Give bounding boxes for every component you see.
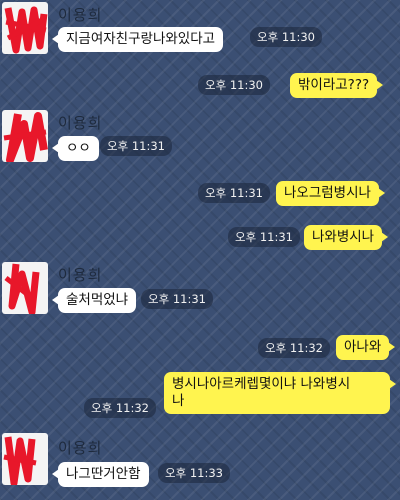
message-text: 나와병시나 bbox=[312, 229, 375, 245]
message-timestamp: 오후 11:30 bbox=[198, 75, 270, 95]
message-text-line: 나 bbox=[172, 393, 185, 409]
message-timestamp: 오후 11:33 bbox=[158, 463, 230, 483]
message-text: 술처먹었냐 bbox=[66, 292, 129, 308]
sender-name: 이용희 bbox=[58, 266, 103, 284]
red-scribble-censor bbox=[3, 436, 37, 485]
message-text: 아나와 bbox=[344, 339, 382, 355]
incoming-message-bubble[interactable]: 지금여자친구랑나와있다고 bbox=[51, 27, 224, 52]
message-timestamp: 오후 11:31 bbox=[228, 227, 300, 247]
outgoing-message-bubble[interactable]: 나와병시나 bbox=[304, 225, 389, 250]
sender-avatar[interactable] bbox=[2, 2, 48, 54]
sender-avatar[interactable] bbox=[2, 262, 48, 314]
chat-window[interactable]: 이용희 지금여자친구랑나와있다고 오후 11:30 오후 11:30 밖이라고?… bbox=[0, 0, 400, 500]
message-timestamp: 오후 11:31 bbox=[141, 289, 213, 309]
message-text: 지금여자친구랑나와있다고 bbox=[66, 31, 216, 47]
red-scribble-censor bbox=[4, 6, 48, 54]
red-scribble-censor bbox=[4, 263, 40, 314]
message-timestamp: 오후 11:32 bbox=[84, 398, 156, 418]
outgoing-message-bubble[interactable]: 밖이라고??? bbox=[290, 73, 384, 98]
outgoing-message-bubble[interactable]: 아나와 bbox=[336, 335, 396, 360]
sender-name: 이용희 bbox=[58, 439, 103, 457]
message-text: 나그딴거안함 bbox=[66, 466, 141, 482]
message-text: 나오그럼병시나 bbox=[284, 185, 371, 201]
sender-avatar[interactable] bbox=[2, 433, 48, 485]
outgoing-message-bubble[interactable]: 병시나아르케렙몇이냐 나와병시 나 bbox=[164, 372, 396, 414]
incoming-message-bubble[interactable]: 나그딴거안함 bbox=[52, 462, 149, 487]
message-timestamp: 오후 11:31 bbox=[100, 136, 172, 156]
incoming-message-bubble[interactable]: ㅇㅇ bbox=[52, 136, 99, 161]
outgoing-message-bubble[interactable]: 나오그럼병시나 bbox=[276, 181, 385, 206]
sender-name: 이용희 bbox=[58, 114, 103, 132]
message-text: 밖이라고??? bbox=[298, 77, 370, 93]
message-text-line: 병시나아르케렙몇이냐 나와병시 bbox=[172, 376, 351, 392]
incoming-message-bubble[interactable]: 술처먹었냐 bbox=[51, 288, 137, 313]
sender-avatar[interactable] bbox=[2, 110, 48, 162]
red-scribble-censor bbox=[3, 112, 48, 162]
message-timestamp: 오후 11:31 bbox=[198, 183, 270, 203]
message-text: ㅇㅇ bbox=[66, 140, 91, 156]
message-timestamp: 오후 11:32 bbox=[258, 338, 330, 358]
message-timestamp: 오후 11:30 bbox=[250, 27, 322, 47]
sender-name: 이용희 bbox=[58, 6, 103, 24]
